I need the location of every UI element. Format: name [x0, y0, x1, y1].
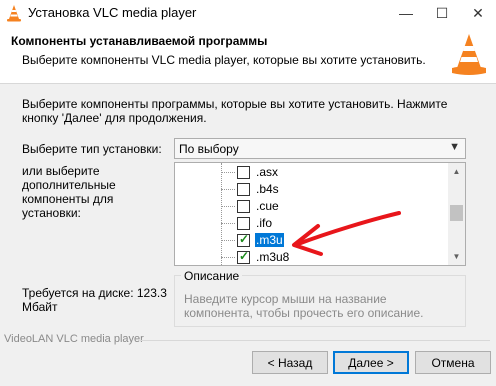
- checkbox-b4s[interactable]: [237, 183, 250, 196]
- vlc-cone-icon: [7, 5, 21, 22]
- disk-space-text: Требуется на диске: 123.3 Мбайт: [22, 286, 167, 314]
- install-type-value: По выбору: [179, 142, 239, 156]
- install-type-select[interactable]: По выбору ▼: [174, 138, 466, 159]
- components-tree[interactable]: .asx .b4s .cue .ifo .m3u .m3u8 ▲ ▼: [174, 162, 466, 266]
- vendor-label: VideoLAN VLC media player: [4, 333, 144, 345]
- scroll-down-icon[interactable]: ▼: [448, 248, 465, 265]
- close-button[interactable]: ✕: [460, 0, 496, 26]
- checkbox-ifo[interactable]: [237, 217, 250, 230]
- checkbox-m3u[interactable]: [237, 232, 250, 247]
- tree-item-label: .m3u8: [256, 250, 290, 264]
- vlc-cone-icon: [452, 34, 486, 75]
- header-subtitle: Выберите компоненты VLC media player, ко…: [22, 53, 426, 67]
- checkbox-asx[interactable]: [237, 166, 250, 179]
- components-label: или выберите дополнительные компоненты д…: [22, 164, 116, 220]
- tree-item-label: .ifo: [256, 216, 273, 230]
- description-group: Описание Наведите курсор мыши на названи…: [174, 269, 466, 327]
- chevron-down-icon: ▼: [449, 141, 460, 153]
- description-legend: Описание: [181, 269, 243, 283]
- tree-item-label: .b4s: [256, 182, 279, 196]
- maximize-button[interactable]: ☐: [424, 0, 460, 26]
- back-button[interactable]: < Назад: [252, 351, 328, 374]
- next-button[interactable]: Далее >: [333, 351, 409, 374]
- title-bar: Установка VLC media player — ☐ ✕: [0, 0, 496, 26]
- scroll-thumb[interactable]: [450, 205, 463, 221]
- intro-text: Выберите компоненты программы, которые в…: [22, 97, 448, 125]
- tree-guide-line: [221, 163, 222, 265]
- tree-item-label: .cue: [256, 199, 279, 213]
- tree-item-label: .asx: [256, 165, 279, 179]
- checkbox-cue[interactable]: [237, 200, 250, 213]
- minimize-button[interactable]: —: [388, 0, 424, 26]
- cancel-button[interactable]: Отмена: [415, 351, 491, 374]
- tree-item-label: .m3u: [255, 233, 284, 247]
- install-type-label: Выберите тип установки:: [22, 142, 162, 156]
- tree-scrollbar[interactable]: ▲ ▼: [448, 163, 465, 265]
- scroll-up-icon[interactable]: ▲: [448, 163, 465, 180]
- header-title: Компоненты устанавливаемой программы: [11, 34, 268, 48]
- wizard-header: Компоненты устанавливаемой программы Выб…: [0, 26, 496, 84]
- checkbox-m3u8[interactable]: [237, 249, 250, 264]
- footer-divider: [140, 340, 490, 341]
- window-title: Установка VLC media player: [28, 5, 197, 20]
- description-text: Наведите курсор мыши на название компоне…: [184, 292, 424, 320]
